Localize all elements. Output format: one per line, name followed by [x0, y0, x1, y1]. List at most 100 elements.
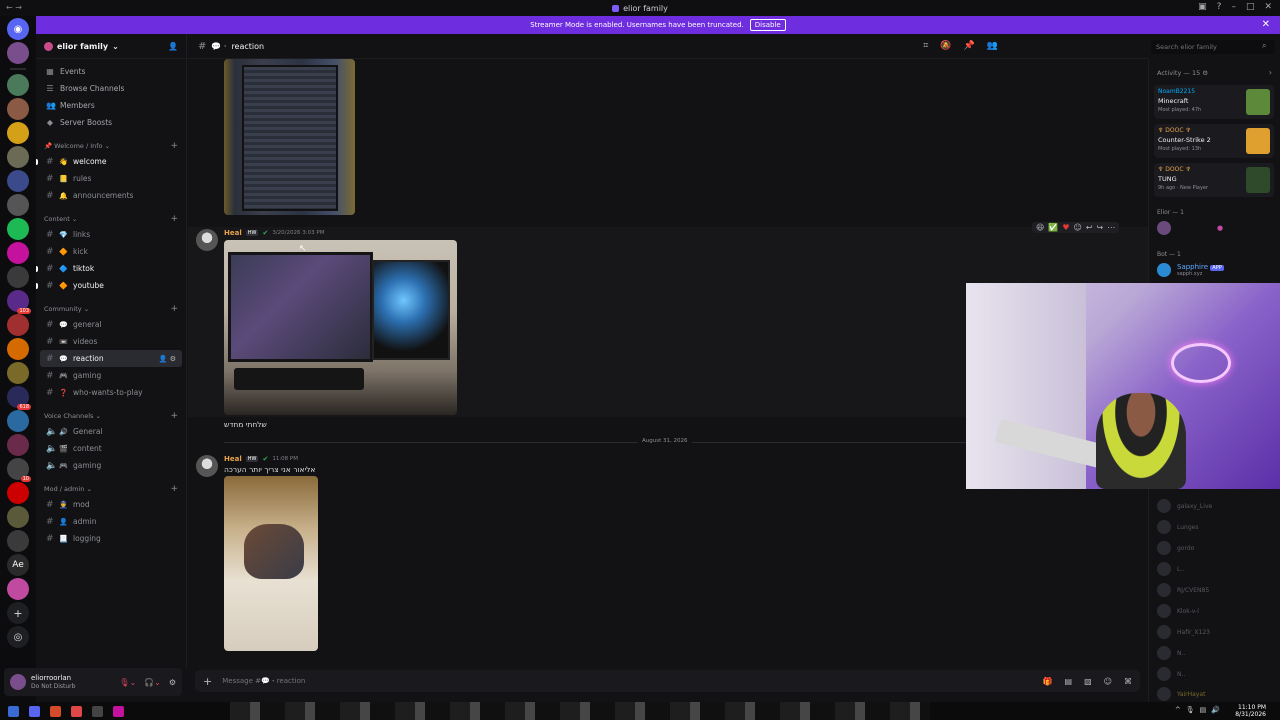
- channel-youtube[interactable]: # 🔶 youtube: [36, 277, 186, 294]
- server-icon[interactable]: [7, 578, 29, 600]
- obs-icon[interactable]: [92, 705, 103, 717]
- member-item[interactable]: RJ/CVEN85: [1157, 583, 1209, 597]
- gift-icon[interactable]: 🎁: [1043, 677, 1053, 686]
- member-item[interactable]: ●: [1157, 221, 1223, 235]
- nav-members[interactable]: 👥 Members: [36, 97, 186, 114]
- add-channel-icon[interactable]: +: [170, 214, 178, 224]
- gear-icon[interactable]: ⚙: [169, 678, 176, 687]
- help-icon[interactable]: ?: [1217, 2, 1222, 12]
- server-icon[interactable]: Ae: [7, 554, 29, 576]
- server-icon[interactable]: [7, 506, 29, 528]
- channel-general[interactable]: # 💬 general: [36, 316, 186, 333]
- network-icon[interactable]: ▤: [1200, 706, 1207, 714]
- chevron-up-icon[interactable]: ^: [1175, 706, 1181, 714]
- add-channel-icon[interactable]: +: [170, 304, 178, 314]
- heart-reaction-icon[interactable]: ♥: [1062, 223, 1069, 232]
- check-reaction-icon[interactable]: ✅: [1048, 223, 1058, 232]
- maximize-icon[interactable]: □: [1246, 2, 1255, 12]
- member-item[interactable]: YairHayat: [1157, 687, 1205, 701]
- channel-reaction[interactable]: # 💬 reaction 👤 ⚙: [40, 350, 182, 367]
- server-icon[interactable]: [7, 530, 29, 552]
- attach-plus-icon[interactable]: +: [203, 675, 212, 688]
- invite-icon[interactable]: 👤: [168, 42, 178, 51]
- app-icon[interactable]: [113, 705, 124, 717]
- server-icon[interactable]: [7, 362, 29, 384]
- invite-icon[interactable]: 👤: [159, 355, 168, 363]
- nav-events[interactable]: ▦ Events: [36, 63, 186, 80]
- server-icon[interactable]: [7, 314, 29, 336]
- image-attachment[interactable]: [224, 59, 355, 215]
- server-icon[interactable]: [7, 434, 29, 456]
- channel-announcements[interactable]: # 🔔 announcements: [36, 187, 186, 204]
- discord-home-icon[interactable]: ◉: [7, 18, 29, 40]
- server-icon[interactable]: [7, 122, 29, 144]
- avatar[interactable]: [196, 455, 218, 477]
- notifications-icon[interactable]: 🔕: [940, 41, 951, 51]
- system-clock[interactable]: 11:10 PM 8/31/2026: [1235, 704, 1266, 718]
- image-attachment[interactable]: [224, 476, 318, 651]
- member-list-icon[interactable]: 👥: [987, 41, 998, 51]
- browser-icon[interactable]: [50, 705, 61, 717]
- activity-card[interactable]: ♆ DOOC ♆ Counter-Strike 2 Most played: 1…: [1154, 124, 1274, 158]
- deafen-icon[interactable]: 🎧⌄: [144, 678, 161, 687]
- avatar[interactable]: [10, 674, 26, 690]
- emoji-icon[interactable]: ☺: [1104, 677, 1112, 686]
- channel-links[interactable]: # 💎 links: [36, 226, 186, 243]
- server-icon[interactable]: [7, 482, 29, 504]
- member-item[interactable]: gordo: [1157, 541, 1194, 555]
- server-icon[interactable]: 618: [7, 386, 31, 410]
- close-icon[interactable]: ✕: [1262, 19, 1270, 30]
- member-item[interactable]: N..: [1157, 667, 1185, 681]
- channel-rules[interactable]: # 📒 rules: [36, 170, 186, 187]
- disable-streamer-mode-button[interactable]: Disable: [749, 19, 786, 31]
- reply-icon[interactable]: ↩: [1086, 223, 1093, 232]
- volume-icon[interactable]: 🔊: [1211, 706, 1220, 714]
- avatar[interactable]: [196, 229, 218, 251]
- category-welcome-info[interactable]: 📌 Welcome / Info ⌄ +: [36, 139, 186, 153]
- apps-icon[interactable]: ⌘: [1124, 677, 1132, 686]
- server-icon[interactable]: [7, 194, 29, 216]
- server-icon[interactable]: [7, 218, 29, 240]
- member-item[interactable]: L..: [1157, 562, 1184, 576]
- category-community[interactable]: Community ⌄ +: [36, 302, 186, 316]
- channel-welcome[interactable]: # 👋 welcome: [36, 153, 186, 170]
- sticker-icon[interactable]: ▧: [1084, 677, 1092, 686]
- image-attachment[interactable]: [224, 240, 457, 415]
- server-icon[interactable]: [7, 170, 29, 192]
- voice-channel-gaming[interactable]: 🔈 🎮 gaming: [36, 457, 186, 474]
- guild-header[interactable]: elior family ⌄ 👤: [36, 34, 186, 59]
- server-icon[interactable]: [7, 146, 29, 168]
- discord-taskbar-icon[interactable]: [29, 705, 40, 717]
- channel-mod[interactable]: # 👮 mod: [36, 496, 186, 513]
- more-icon[interactable]: ⋯: [1107, 223, 1115, 232]
- channel-admin[interactable]: # 👤 admin: [36, 513, 186, 530]
- add-channel-icon[interactable]: +: [170, 484, 178, 494]
- laugh-reaction-icon[interactable]: 😆: [1036, 223, 1044, 232]
- mic-muted-icon[interactable]: 🎙⌄: [119, 678, 136, 687]
- server-icon[interactable]: [7, 266, 29, 288]
- channel-logging[interactable]: # 📃 logging: [36, 530, 186, 547]
- nav-server-boosts[interactable]: ◆ Server Boosts: [36, 114, 186, 131]
- gear-icon[interactable]: ⚙: [170, 355, 176, 363]
- member-item[interactable]: Klok-v-l: [1157, 604, 1199, 618]
- brave-icon[interactable]: [71, 705, 82, 717]
- channel-kick[interactable]: # 🔶 kick: [36, 243, 186, 260]
- member-item[interactable]: Hafir_X123: [1157, 625, 1210, 639]
- channel-tiktok[interactable]: # 🔷 tiktok: [36, 260, 186, 277]
- category-voice-channels[interactable]: Voice Channels ⌄ +: [36, 409, 186, 423]
- inbox-icon[interactable]: ▣: [1198, 2, 1207, 12]
- server-icon[interactable]: [7, 98, 29, 120]
- add-reaction-icon[interactable]: ☺: [1073, 223, 1081, 232]
- discover-icon[interactable]: ◎: [7, 626, 29, 648]
- server-icon[interactable]: [7, 74, 29, 96]
- member-item[interactable]: Lunges: [1157, 520, 1198, 534]
- channel-gaming[interactable]: # 🎮 gaming: [36, 367, 186, 384]
- member-item-bot[interactable]: Sapphire APP sapph.xyz: [1157, 263, 1224, 277]
- back-forward-icon[interactable]: ← →: [6, 3, 22, 12]
- add-channel-icon[interactable]: +: [170, 411, 178, 421]
- pin-icon[interactable]: 📌: [964, 41, 975, 51]
- member-item[interactable]: N..: [1157, 646, 1185, 660]
- start-icon[interactable]: [8, 705, 19, 717]
- nav-browse-channels[interactable]: ☰ Browse Channels: [36, 80, 186, 97]
- server-icon[interactable]: 10: [7, 458, 31, 482]
